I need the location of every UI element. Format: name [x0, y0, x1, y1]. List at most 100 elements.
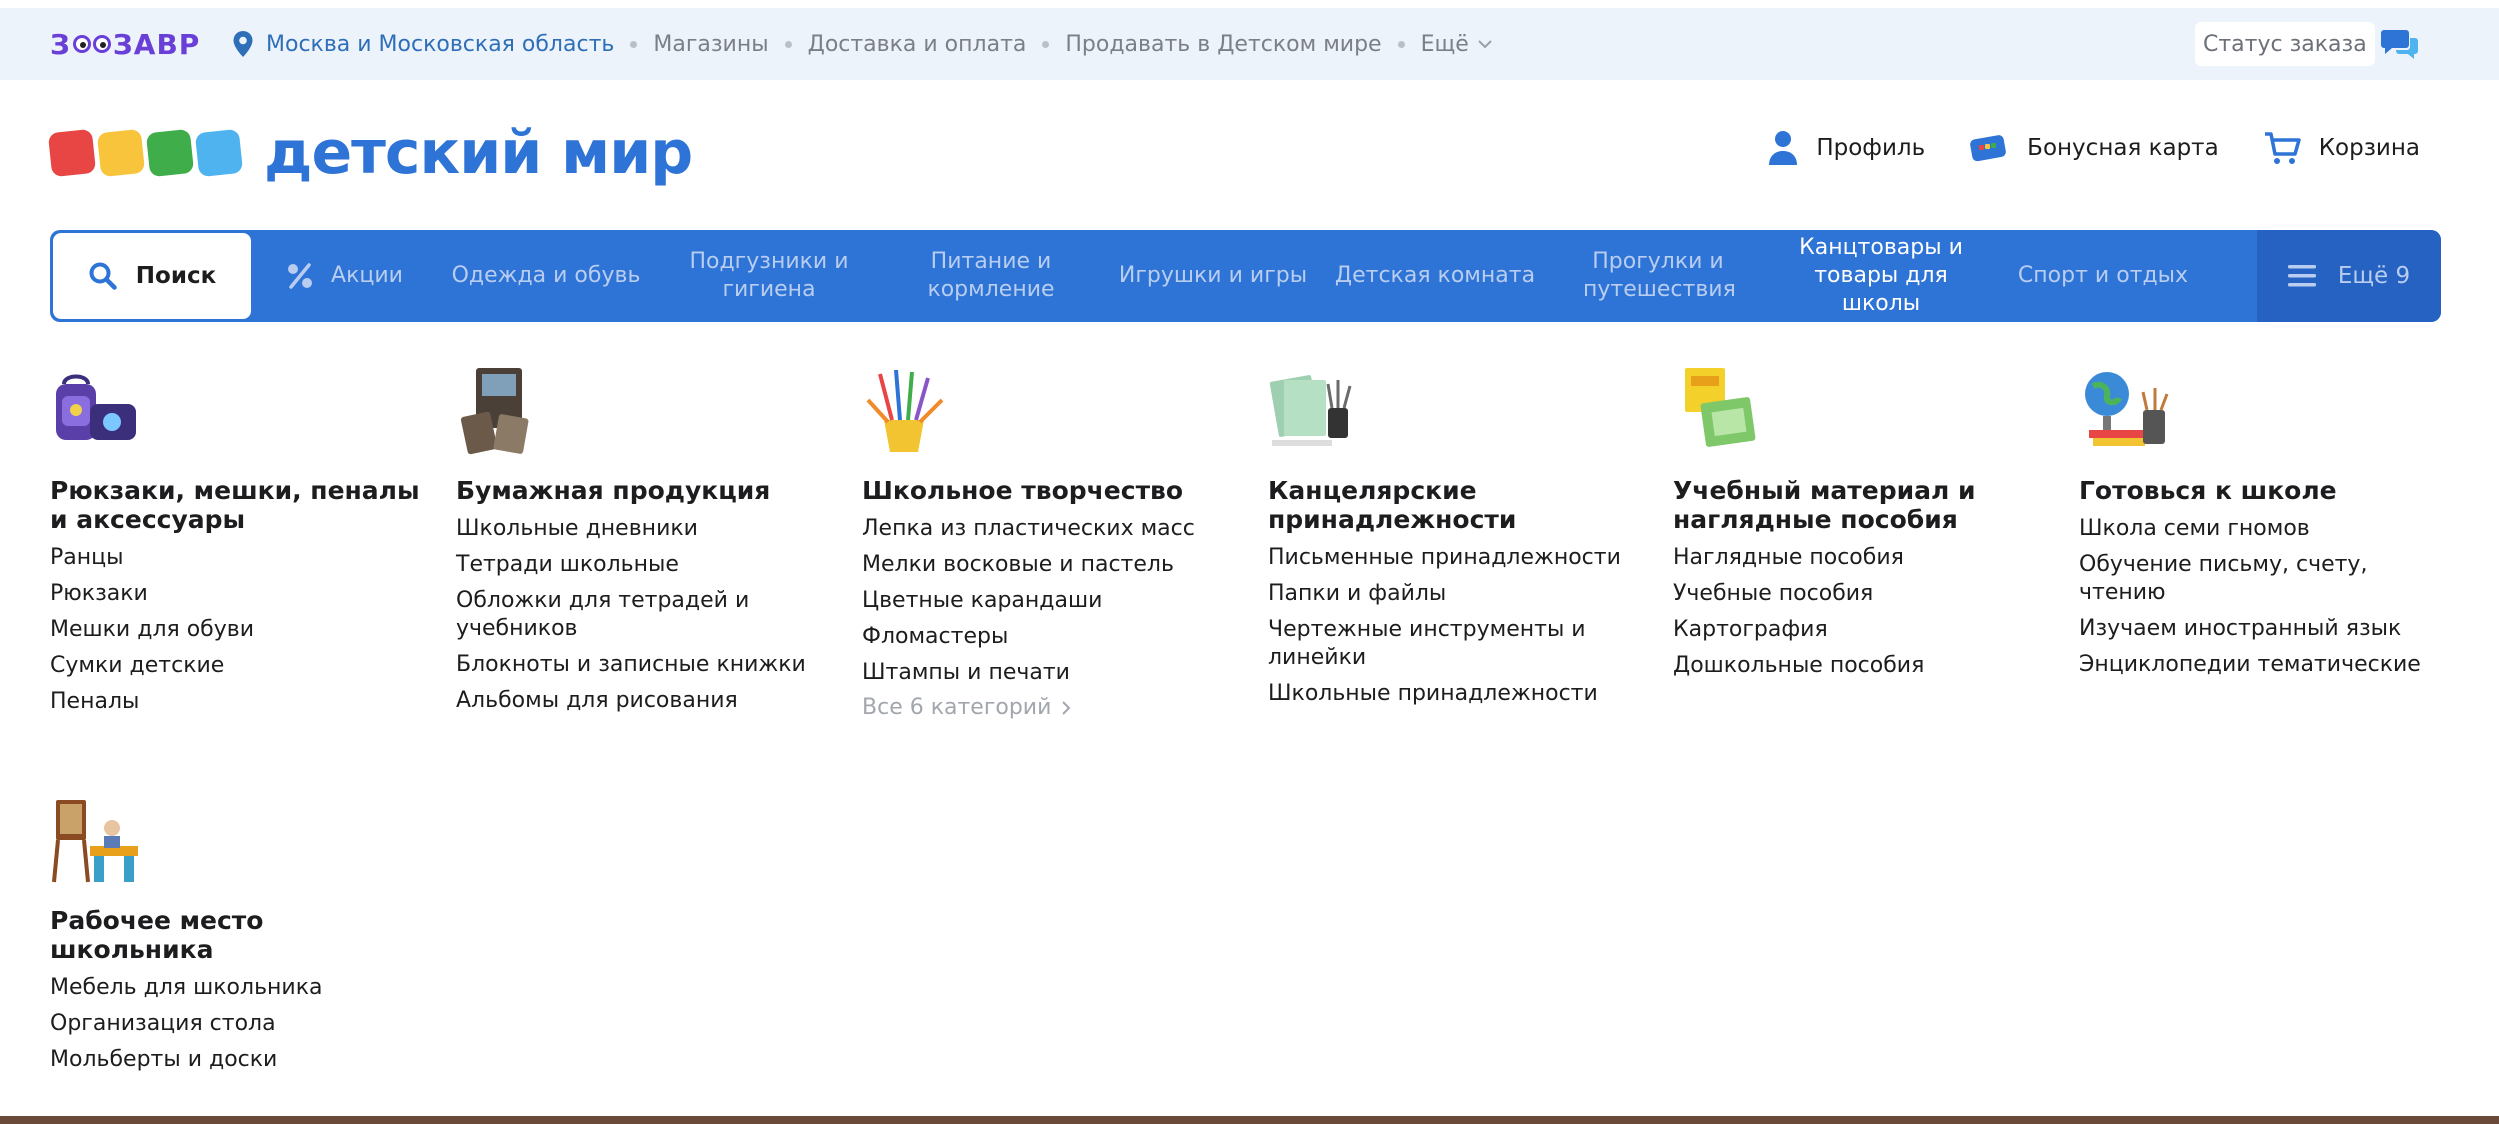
subcategory-link[interactable]: Блокноты и записные книжки	[456, 651, 826, 679]
more-dropdown[interactable]: Ещё	[1421, 32, 1493, 57]
subcategory-link[interactable]: Сумки детские	[50, 652, 420, 680]
subcategory-link[interactable]: Рюкзаки	[50, 580, 420, 608]
search-icon	[89, 262, 117, 290]
separator-dot	[1397, 40, 1405, 48]
subcategory-link[interactable]: Мешки для обуви	[50, 616, 420, 644]
backpack-thumbnail[interactable]	[50, 364, 142, 456]
percent-icon	[288, 263, 313, 289]
subcategory-link[interactable]: Школьные дневники	[456, 515, 826, 543]
nav-item-label: Игрушки и игры	[1118, 263, 1308, 288]
subcategory-link[interactable]: Дошкольные пособия	[1673, 652, 2043, 680]
separator-dot	[630, 40, 638, 48]
search-label: Поиск	[135, 263, 217, 289]
category-title[interactable]: Канцелярские принадлежности	[1268, 476, 1638, 534]
category-title[interactable]: Рабочее место школьника	[50, 906, 420, 964]
location-pin-icon	[233, 31, 253, 57]
subcategory-link[interactable]: Штампы и печати	[862, 659, 1232, 687]
search-button[interactable]: Поиск	[53, 233, 251, 319]
subcategory-link[interactable]: Школьные принадлежности	[1268, 680, 1638, 708]
category-title[interactable]: Готовься к школе	[2079, 476, 2449, 505]
nav-item-label: Одежда и обувь	[451, 263, 641, 288]
nav-item-stationery[interactable]: Канцтовары и товары для школы	[1770, 230, 1992, 322]
subcategory-link[interactable]: Пеналы	[50, 688, 420, 716]
subcategory-link[interactable]: Лепка из пластических масс	[862, 515, 1232, 543]
stores-link[interactable]: Магазины	[653, 32, 768, 57]
profile-label: Профиль	[1816, 135, 1926, 161]
get-ready-thumbnail[interactable]	[2079, 364, 2171, 456]
subcategory-link[interactable]: Папки и файлы	[1268, 580, 1638, 608]
chevron-down-icon	[1478, 40, 1492, 49]
chat-icon[interactable]	[2380, 28, 2420, 62]
nav-item-label: Прогулки и путешествия	[1583, 249, 1736, 302]
category-title[interactable]: Учебный материал и наглядные пособия	[1673, 476, 2043, 534]
logo-yellow-square	[96, 128, 146, 178]
nav-item-walks[interactable]: Прогулки и путешествия	[1546, 230, 1770, 322]
delivery-link[interactable]: Доставка и оплата	[808, 32, 1027, 57]
nav-more-button[interactable]: Ещё 9	[2257, 230, 2441, 322]
subcategory-link[interactable]: Альбомы для рисования	[456, 687, 826, 715]
subcategory-link[interactable]: Ранцы	[50, 544, 420, 572]
logo-green-square	[145, 128, 195, 178]
cart-link[interactable]: Корзина	[2263, 130, 2420, 166]
category-title[interactable]: Школьное творчество	[862, 476, 1232, 505]
subcategory-list: Мебель для школьника Организация стола М…	[50, 974, 420, 1074]
separator-dot	[784, 40, 792, 48]
nav-item-sport[interactable]: Спорт и отдых	[1992, 230, 2214, 322]
workplace-thumbnail[interactable]	[50, 794, 142, 886]
nav-item-label: Питание и кормление	[927, 249, 1055, 302]
site-logo[interactable]: детский мир	[47, 118, 693, 188]
subcategory-link[interactable]: Мебель для школьника	[50, 974, 420, 1002]
learning-materials-thumbnail[interactable]	[1673, 364, 1765, 456]
subcategory-list: Лепка из пластических масс Мелки восковы…	[862, 515, 1232, 687]
subcategory-link[interactable]: Наглядные пособия	[1673, 544, 2043, 572]
bonus-card-link[interactable]: Бонусная карта	[1969, 133, 2219, 163]
subcategory-link[interactable]: Письменные принадлежности	[1268, 544, 1638, 572]
zoozavr-logo[interactable]: З ЗАВР	[50, 26, 200, 62]
nav-item-kids-room[interactable]: Детская комната	[1324, 230, 1546, 322]
page-content-peek	[0, 1116, 2499, 1124]
category-creativity: Школьное творчество Лепка из пластически…	[862, 364, 1232, 720]
all-categories-link[interactable]: Все 6 категорий	[862, 695, 1232, 720]
region-selector[interactable]: Москва и Московская область	[266, 32, 614, 57]
chevron-right-icon	[1062, 700, 1071, 715]
creativity-thumbnail[interactable]	[862, 364, 954, 456]
category-title[interactable]: Бумажная продукция	[456, 476, 826, 505]
nav-item-toys[interactable]: Игрушки и игры	[1102, 230, 1324, 322]
subcategory-list: Школа семи гномов Обучение письму, счету…	[2079, 515, 2449, 679]
brand-name: детский мир	[264, 118, 693, 188]
profile-link[interactable]: Профиль	[1768, 130, 1925, 166]
subcategory-link[interactable]: Обложки для тетрадей и учебников	[456, 587, 826, 643]
subcategory-link[interactable]: Фломастеры	[862, 623, 1232, 651]
subcategory-link[interactable]: Школа семи гномов	[2079, 515, 2449, 543]
all-categories-label: Все 6 категорий	[862, 695, 1052, 720]
subcategory-link[interactable]: Энциклопедии тематические	[2079, 651, 2449, 679]
order-status-button[interactable]: Статус заказа	[2195, 22, 2375, 66]
nav-item-label: Спорт и отдых	[2017, 263, 2189, 288]
subcategory-link[interactable]: Мелки восковые и пастель	[862, 551, 1232, 579]
nav-item-food[interactable]: Питание и кормление	[880, 230, 1102, 322]
category-title[interactable]: Рюкзаки, мешки, пеналы и аксессуары	[50, 476, 420, 534]
zoozavr-eyes-icon	[72, 35, 111, 53]
nav-item-diapers[interactable]: Подгузники и гигиена	[658, 230, 880, 322]
subcategory-link[interactable]: Обучение письму, счету, чтению	[2079, 551, 2449, 607]
subcategory-link[interactable]: Картография	[1673, 616, 2043, 644]
menu-icon	[2287, 265, 2316, 287]
nav-item-promotions[interactable]: Акции	[254, 230, 434, 322]
nav-item-clothes[interactable]: Одежда и обувь	[434, 230, 658, 322]
subcategory-link[interactable]: Учебные пособия	[1673, 580, 2043, 608]
subcategory-link[interactable]: Чертежные инструменты и линейки	[1268, 616, 1638, 672]
top-navigation: Москва и Московская область Магазины Дос…	[232, 8, 1493, 80]
subcategory-link[interactable]: Организация стола	[50, 1010, 420, 1038]
subcategory-list: Ранцы Рюкзаки Мешки для обуви Сумки детс…	[50, 544, 420, 716]
subcategory-link[interactable]: Мольберты и доски	[50, 1046, 420, 1074]
sell-link[interactable]: Продавать в Детском мире	[1065, 32, 1381, 57]
office-supplies-thumbnail[interactable]	[1268, 364, 1360, 456]
paper-products-thumbnail[interactable]	[456, 364, 548, 456]
subcategory-link[interactable]: Цветные карандаши	[862, 587, 1232, 615]
category-learning-materials: Учебный материал и наглядные пособия Наг…	[1673, 364, 2043, 688]
header-actions: Профиль Бонусная карта Корзина	[1724, 130, 2420, 166]
subcategory-link[interactable]: Тетради школьные	[456, 551, 826, 579]
subcategory-link[interactable]: Изучаем иностранный язык	[2079, 615, 2449, 643]
subcategory-list: Письменные принадлежности Папки и файлы …	[1268, 544, 1638, 708]
zoozavr-logo-left: З	[50, 27, 71, 61]
